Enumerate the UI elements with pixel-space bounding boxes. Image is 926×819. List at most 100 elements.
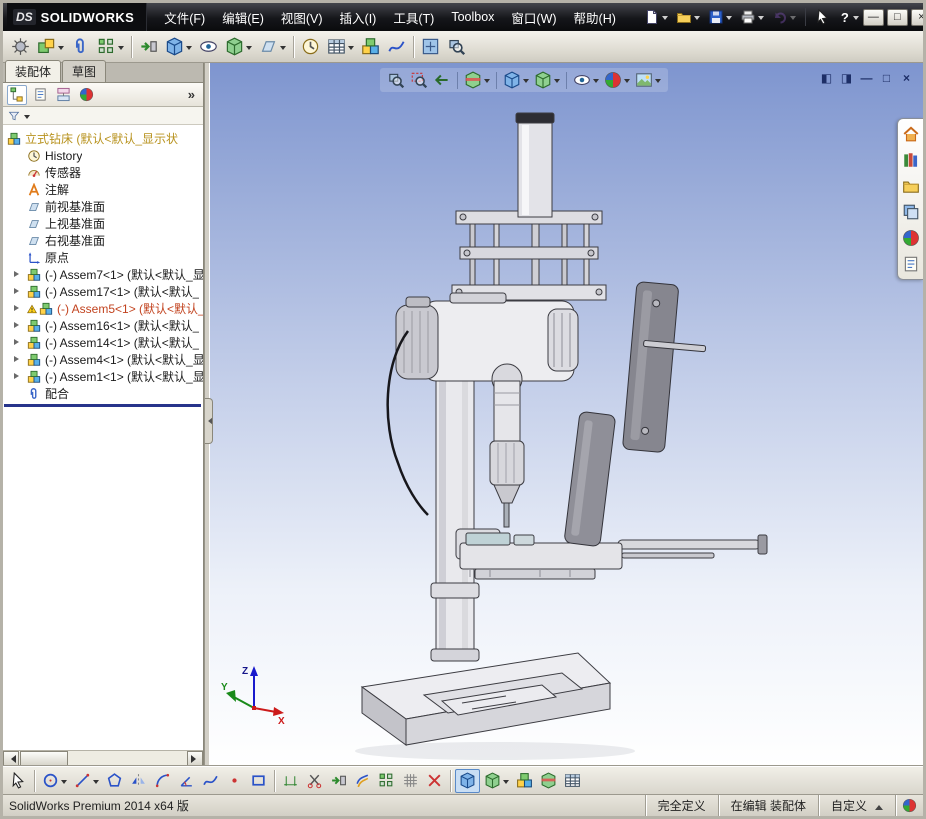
filter-dropdown-icon[interactable] bbox=[24, 114, 30, 122]
part-guide-frame[interactable] bbox=[451, 210, 607, 302]
move-component-button[interactable] bbox=[162, 34, 195, 60]
polygon-tool[interactable] bbox=[103, 769, 126, 793]
menu-toolbox[interactable]: Toolbox bbox=[443, 5, 502, 29]
smart-fasteners-button[interactable] bbox=[136, 34, 161, 60]
insert-components-button[interactable] bbox=[34, 34, 67, 60]
convert-entities-tool[interactable] bbox=[327, 769, 350, 793]
part-base[interactable] bbox=[360, 652, 612, 746]
window-maximize-button[interactable]: □ bbox=[886, 8, 908, 26]
document-restore-button[interactable]: □ bbox=[880, 72, 893, 85]
show-hidden-components-button[interactable] bbox=[196, 34, 221, 60]
tree-item-right-plane[interactable]: 右视基准面 bbox=[3, 232, 203, 249]
spline-tool[interactable] bbox=[199, 769, 222, 793]
point-tool[interactable] bbox=[223, 769, 246, 793]
open-document-button[interactable] bbox=[673, 6, 703, 28]
offset-entities-tool[interactable] bbox=[351, 769, 374, 793]
window-close-button[interactable]: × bbox=[910, 8, 923, 26]
sketch-grid-tool[interactable] bbox=[399, 769, 422, 793]
expand-arrow-icon[interactable] bbox=[14, 356, 22, 362]
previous-view-button[interactable] bbox=[431, 70, 453, 90]
configurationmanager-tab[interactable] bbox=[53, 85, 73, 105]
new-motion-study-button[interactable] bbox=[298, 34, 323, 60]
line-tool[interactable] bbox=[71, 769, 102, 793]
design-table-button[interactable] bbox=[561, 769, 584, 793]
view-orientation-button[interactable] bbox=[501, 70, 531, 90]
tree-item-assem16[interactable]: (-) Assem16<1> (默认<默认_ bbox=[3, 317, 203, 334]
view-orientation-button[interactable] bbox=[481, 769, 512, 793]
interference-detection-button[interactable] bbox=[418, 34, 443, 60]
part-spindle-chuck[interactable] bbox=[489, 380, 525, 528]
smart-dimension-tool[interactable] bbox=[279, 769, 302, 793]
display-style-button[interactable] bbox=[532, 70, 562, 90]
menu-window[interactable]: 窗口(W) bbox=[503, 3, 564, 32]
tree-item-annotations[interactable]: 注解 bbox=[3, 181, 203, 198]
menu-edit[interactable]: 编辑(E) bbox=[214, 3, 272, 32]
part-rail[interactable] bbox=[617, 534, 768, 559]
section-view-button[interactable] bbox=[537, 769, 560, 793]
bill-of-materials-button[interactable] bbox=[324, 34, 357, 60]
view-palette-tab[interactable] bbox=[902, 203, 920, 221]
rectangle-tool[interactable] bbox=[247, 769, 270, 793]
hide-show-items-button[interactable] bbox=[571, 70, 601, 90]
tree-item-root[interactable]: 立式钻床 (默认<默认_显示状 bbox=[3, 130, 203, 147]
drill-press-model[interactable] bbox=[210, 63, 923, 766]
exploded-view-button[interactable] bbox=[513, 769, 536, 793]
menu-tools[interactable]: 工具(T) bbox=[385, 3, 442, 32]
new-document-button[interactable] bbox=[641, 6, 671, 28]
document-close-button[interactable]: × bbox=[900, 72, 913, 85]
erase-tool[interactable] bbox=[423, 769, 446, 793]
scroll-right-button[interactable] bbox=[187, 751, 203, 766]
apply-scene-button[interactable] bbox=[633, 70, 663, 90]
mirror-entities-tool[interactable] bbox=[127, 769, 150, 793]
scroll-left-button[interactable] bbox=[3, 751, 19, 766]
edit-appearance-button[interactable] bbox=[602, 70, 632, 90]
custom-properties-tab[interactable] bbox=[902, 255, 920, 273]
instant3d-button[interactable] bbox=[444, 34, 469, 60]
scrollbar-track[interactable] bbox=[68, 751, 187, 766]
tree-item-top-plane[interactable]: 上视基准面 bbox=[3, 215, 203, 232]
filter-funnel-icon[interactable] bbox=[8, 110, 20, 122]
panel-overflow-button[interactable]: » bbox=[184, 87, 199, 102]
help-button[interactable]: ? bbox=[836, 6, 862, 28]
expand-arrow-icon[interactable] bbox=[14, 288, 22, 294]
save-button[interactable] bbox=[705, 6, 735, 28]
undo-button[interactable] bbox=[769, 6, 799, 28]
linear-sketch-pattern-tool[interactable] bbox=[375, 769, 398, 793]
status-custom-dropdown[interactable]: 自定义 bbox=[817, 795, 895, 816]
featuremanager-tab[interactable] bbox=[7, 84, 27, 105]
zoom-to-fit-button[interactable] bbox=[385, 70, 407, 90]
select-cursor-button[interactable] bbox=[812, 6, 834, 28]
quick-tips-icon[interactable] bbox=[895, 795, 923, 816]
exploded-view-button[interactable] bbox=[358, 34, 383, 60]
part-exploded-plate-left[interactable] bbox=[564, 411, 616, 547]
scrollbar-thumb[interactable] bbox=[20, 751, 68, 766]
tree-item-front-plane[interactable]: 前视基准面 bbox=[3, 198, 203, 215]
tree-item-origin[interactable]: 原点 bbox=[3, 249, 203, 266]
tree-item-assem14[interactable]: (-) Assem14<1> (默认<默认_ bbox=[3, 334, 203, 351]
document-minimize-button[interactable]: — bbox=[860, 72, 873, 85]
part-column[interactable] bbox=[430, 372, 480, 662]
mate-button[interactable] bbox=[68, 34, 93, 60]
part-air-cylinder[interactable] bbox=[515, 112, 555, 218]
isometric-view-button[interactable] bbox=[455, 768, 480, 793]
menu-view[interactable]: 视图(V) bbox=[273, 3, 331, 32]
linear-component-pattern-button[interactable] bbox=[94, 34, 127, 60]
zoom-to-area-button[interactable] bbox=[408, 70, 430, 90]
tree-item-assem1[interactable]: (-) Assem1<1> (默认<默认_显 bbox=[3, 368, 203, 385]
circle-tool[interactable] bbox=[39, 769, 70, 793]
tree-item-assem17[interactable]: (-) Assem17<1> (默认<默认_ bbox=[3, 283, 203, 300]
displaymanager-tab[interactable] bbox=[76, 85, 96, 105]
expand-arrow-icon[interactable] bbox=[14, 322, 22, 328]
panel-horizontal-scrollbar[interactable] bbox=[3, 750, 203, 766]
menu-help[interactable]: 帮助(H) bbox=[566, 3, 624, 32]
panel-collapse-handle[interactable] bbox=[205, 398, 213, 444]
design-library-tab[interactable] bbox=[902, 151, 920, 169]
explode-line-sketch-button[interactable] bbox=[384, 34, 409, 60]
expand-arrow-icon[interactable] bbox=[14, 339, 22, 345]
tree-item-assem4[interactable]: (-) Assem4<1> (默认<默认_显 bbox=[3, 351, 203, 368]
viewport-split-right-button[interactable]: ◨ bbox=[840, 72, 853, 85]
appearances-scenes-tab[interactable] bbox=[902, 229, 920, 247]
graphics-viewport[interactable]: ◧ ◨ — □ × Z Y X bbox=[210, 63, 923, 766]
tab-sketch[interactable]: 草图 bbox=[62, 60, 107, 82]
tree-item-assem5[interactable]: (-) Assem5<1> (默认<默认_ bbox=[3, 300, 203, 317]
